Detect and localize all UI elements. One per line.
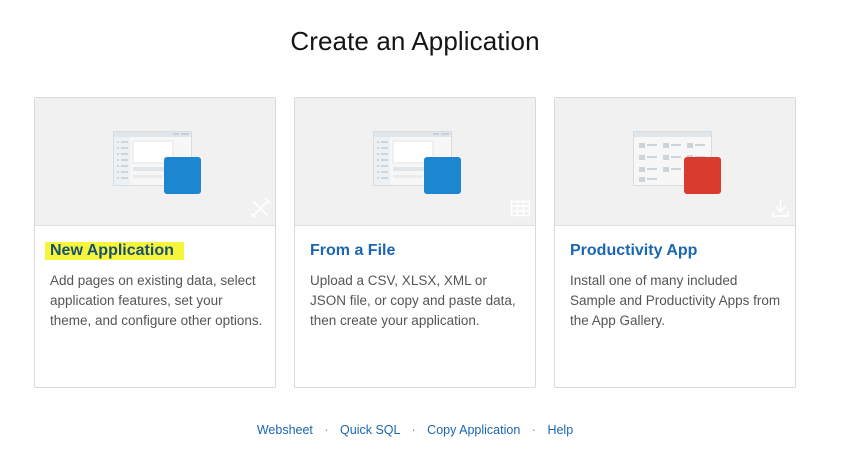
separator: · xyxy=(324,423,329,437)
card-illustration xyxy=(295,98,535,226)
productivity-app-title[interactable]: Productivity App xyxy=(570,242,697,260)
page-title: Create an Application xyxy=(290,26,540,56)
from-a-file-description: Upload a CSV, XLSX, XML or JSON file, or… xyxy=(310,273,516,328)
new-application-card[interactable]: New Application Add pages on existing da… xyxy=(34,97,276,388)
separator: · xyxy=(411,423,416,437)
productivity-app-description: Install one of many included Sample and … xyxy=(570,273,781,328)
card-illustration xyxy=(35,98,275,226)
separator: · xyxy=(531,423,536,437)
quick-sql-link[interactable]: Quick SQL xyxy=(340,423,400,437)
new-application-description: Add pages on existing data, select appli… xyxy=(50,273,263,328)
wand-icon xyxy=(164,157,271,218)
table-icon xyxy=(424,157,531,217)
help-link[interactable]: Help xyxy=(547,423,573,437)
download-icon xyxy=(684,157,789,217)
from-a-file-card[interactable]: From a File Upload a CSV, XLSX, XML or J… xyxy=(294,97,536,388)
productivity-app-card[interactable]: Productivity App Install one of many inc… xyxy=(554,97,796,388)
card-illustration xyxy=(555,98,795,226)
new-application-title[interactable]: New Application xyxy=(45,242,184,260)
copy-application-link[interactable]: Copy Application xyxy=(427,423,520,437)
footer-links: Websheet · Quick SQL · Copy Application … xyxy=(0,423,830,437)
from-a-file-title[interactable]: From a File xyxy=(310,242,395,260)
websheet-link[interactable]: Websheet xyxy=(257,423,313,437)
create-application-page: Create an Application New Application Ad… xyxy=(0,0,852,472)
